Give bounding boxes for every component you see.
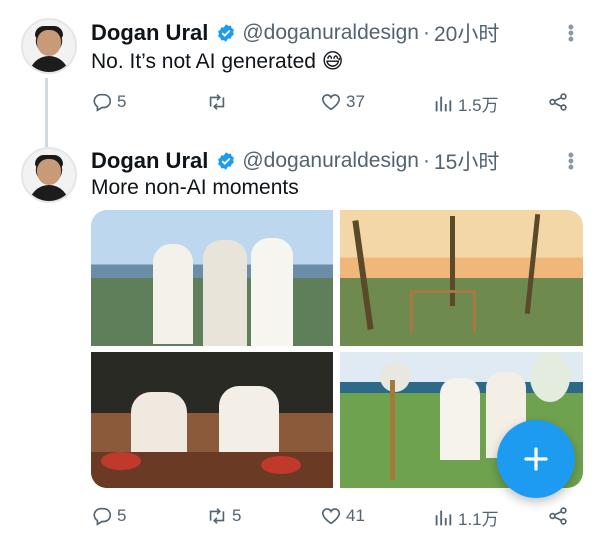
reply-icon — [93, 93, 112, 112]
tweet-header: Dogan Ural @doganuraldesign · 15小时 — [91, 146, 499, 176]
author-name[interactable]: Dogan Ural — [91, 148, 208, 174]
reply-count: 5 — [117, 92, 127, 111]
timestamp[interactable]: 15小时 — [434, 146, 499, 176]
avatar[interactable] — [21, 147, 77, 203]
like-button[interactable]: 37 — [320, 91, 365, 113]
reply-button[interactable]: 5 — [91, 91, 126, 113]
photo-palm-venue[interactable] — [340, 210, 583, 346]
retweet-button[interactable] — [206, 91, 232, 113]
photo-dinner-toast[interactable] — [91, 352, 333, 488]
reply-icon — [93, 507, 112, 526]
verified-badge-icon — [218, 24, 235, 42]
more-vertical-icon[interactable]: • • • — [568, 146, 574, 176]
reply-button[interactable]: 5 — [91, 505, 126, 527]
timestamp[interactable]: 20小时 — [434, 18, 499, 48]
retweet-count: 5 — [232, 506, 242, 525]
compose-button[interactable] — [497, 420, 575, 498]
views-button[interactable]: 1.5万 — [432, 91, 499, 116]
share-icon — [549, 507, 567, 525]
heart-icon — [321, 508, 341, 525]
views-count: 1.1万 — [458, 510, 499, 529]
heart-icon — [321, 94, 341, 111]
separator-dot: · — [422, 149, 430, 172]
tweet-actions: 5 5 41 1.1万 — [91, 505, 571, 535]
like-count: 37 — [346, 92, 365, 111]
photo-ceremony-exchange[interactable] — [91, 210, 333, 346]
thread-connector-line — [45, 78, 48, 148]
tweet-text: No. It’s not AI generated 😅 — [91, 50, 344, 73]
retweet-icon — [209, 508, 225, 524]
like-button[interactable]: 41 — [320, 505, 365, 527]
tweet-header: Dogan Ural @doganuraldesign · 20小时 — [91, 18, 499, 48]
tweet-text: More non-AI moments — [91, 176, 299, 199]
author-handle[interactable]: @doganuraldesign — [242, 149, 419, 173]
share-icon — [549, 93, 567, 111]
tweet-actions: 5 37 1.5万 — [91, 91, 571, 121]
retweet-button[interactable]: 5 — [206, 505, 241, 527]
separator-dot: · — [422, 21, 430, 44]
author-name[interactable]: Dogan Ural — [91, 20, 208, 46]
author-handle[interactable]: @doganuraldesign — [242, 21, 419, 45]
views-button[interactable]: 1.1万 — [432, 505, 499, 530]
views-bar-icon — [435, 96, 452, 111]
more-vertical-icon[interactable]: • • • — [568, 18, 574, 48]
plus-icon — [524, 447, 548, 471]
verified-badge-icon — [218, 152, 235, 170]
share-button[interactable] — [547, 505, 573, 527]
reply-count: 5 — [117, 506, 127, 525]
views-count: 1.5万 — [458, 96, 499, 115]
avatar[interactable] — [21, 18, 77, 74]
like-count: 41 — [346, 506, 365, 525]
retweet-icon — [209, 94, 225, 110]
share-button[interactable] — [547, 91, 573, 113]
views-bar-icon — [435, 510, 452, 525]
